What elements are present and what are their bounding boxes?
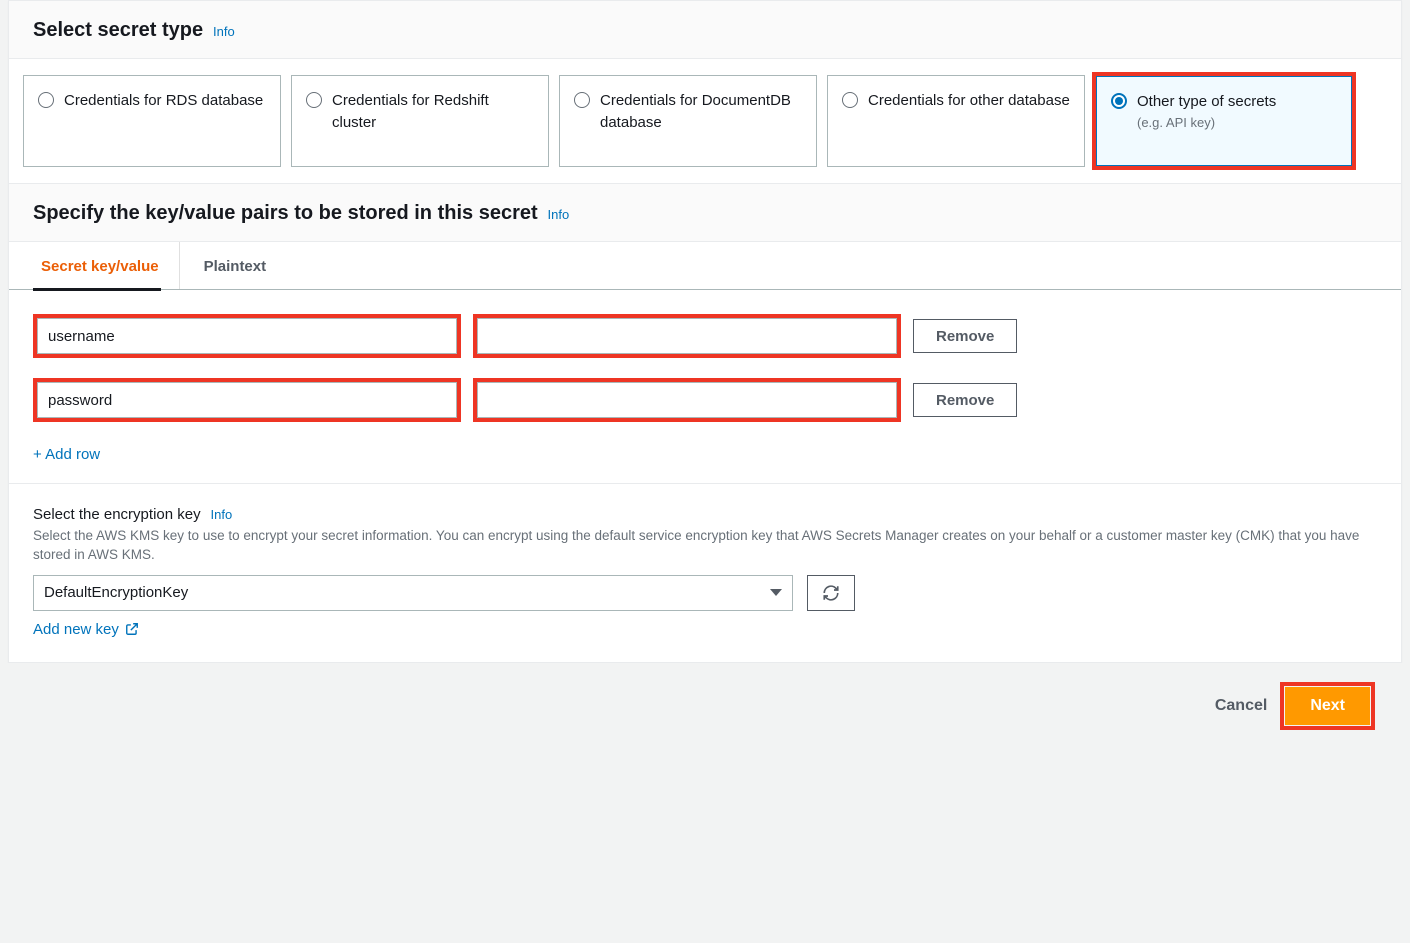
kv-key-input[interactable] — [37, 382, 457, 418]
encryption-key-selected-value: DefaultEncryptionKey — [44, 584, 188, 601]
type-card-other-db[interactable]: Credentials for other database — [827, 75, 1085, 167]
kv-value-wrap — [473, 378, 901, 422]
type-card-text: Other type of secrets (e.g. API key) — [1137, 91, 1276, 130]
wizard-footer: Cancel Next — [0, 663, 1410, 749]
radio-icon — [842, 92, 858, 108]
kv-row: Remove — [33, 314, 1377, 358]
encryption-section: Select the encryption key Info Select th… — [9, 483, 1401, 662]
secret-type-panel: Select secret type Info Credentials for … — [8, 0, 1402, 663]
kv-key-wrap — [33, 314, 461, 358]
select-secret-type-title: Select secret type — [33, 19, 203, 41]
kv-section-title: Specify the key/value pairs to be stored… — [33, 202, 538, 224]
add-new-key-label: Add new key — [33, 621, 119, 638]
select-secret-type-header: Select secret type Info — [9, 1, 1401, 59]
external-link-icon — [125, 622, 139, 636]
kv-key-wrap — [33, 378, 461, 422]
next-button[interactable]: Next — [1285, 687, 1370, 725]
kv-section-info-link[interactable]: Info — [548, 207, 570, 222]
select-secret-type-info-link[interactable]: Info — [213, 24, 235, 39]
chevron-down-icon — [770, 589, 782, 596]
tab-plaintext[interactable]: Plaintext — [180, 242, 287, 289]
refresh-button[interactable] — [807, 575, 855, 611]
radio-icon — [574, 92, 590, 108]
radio-icon — [38, 92, 54, 108]
encryption-title: Select the encryption key — [33, 506, 201, 523]
kv-tabs: Secret key/value Plaintext — [9, 242, 1401, 290]
kv-value-input[interactable] — [477, 382, 897, 418]
encryption-info-link[interactable]: Info — [210, 507, 232, 522]
tab-secret-key-value[interactable]: Secret key/value — [33, 242, 180, 289]
remove-row-button[interactable]: Remove — [913, 383, 1017, 417]
type-card-other-secrets[interactable]: Other type of secrets (e.g. API key) — [1095, 75, 1353, 167]
kv-section-header: Specify the key/value pairs to be stored… — [9, 183, 1401, 242]
encryption-key-select[interactable]: DefaultEncryptionKey — [33, 575, 793, 611]
type-card-rds[interactable]: Credentials for RDS database — [23, 75, 281, 167]
encryption-row: DefaultEncryptionKey — [33, 575, 1377, 611]
kv-key-input[interactable] — [37, 318, 457, 354]
kv-value-input[interactable] — [477, 318, 897, 354]
radio-icon — [1111, 93, 1127, 109]
type-card-label: Credentials for RDS database — [64, 90, 263, 112]
type-card-label: Credentials for Redshift cluster — [332, 90, 534, 134]
type-card-label: Credentials for other database — [868, 90, 1070, 112]
type-card-label: Other type of secrets — [1137, 91, 1276, 113]
kv-area: Remove Remove + Add row — [9, 290, 1401, 483]
cancel-button[interactable]: Cancel — [1215, 697, 1267, 715]
kv-row: Remove — [33, 378, 1377, 422]
encryption-description: Select the AWS KMS key to use to encrypt… — [33, 527, 1377, 565]
add-row-link[interactable]: + Add row — [33, 446, 100, 463]
kv-value-wrap — [473, 314, 901, 358]
type-card-label: Credentials for DocumentDB database — [600, 90, 802, 134]
radio-icon — [306, 92, 322, 108]
secret-type-grid: Credentials for RDS database Credentials… — [9, 59, 1401, 183]
add-new-key-link[interactable]: Add new key — [33, 621, 139, 638]
type-card-documentdb[interactable]: Credentials for DocumentDB database — [559, 75, 817, 167]
type-card-sublabel: (e.g. API key) — [1137, 115, 1276, 130]
remove-row-button[interactable]: Remove — [913, 319, 1017, 353]
type-card-redshift[interactable]: Credentials for Redshift cluster — [291, 75, 549, 167]
refresh-icon — [822, 584, 840, 602]
